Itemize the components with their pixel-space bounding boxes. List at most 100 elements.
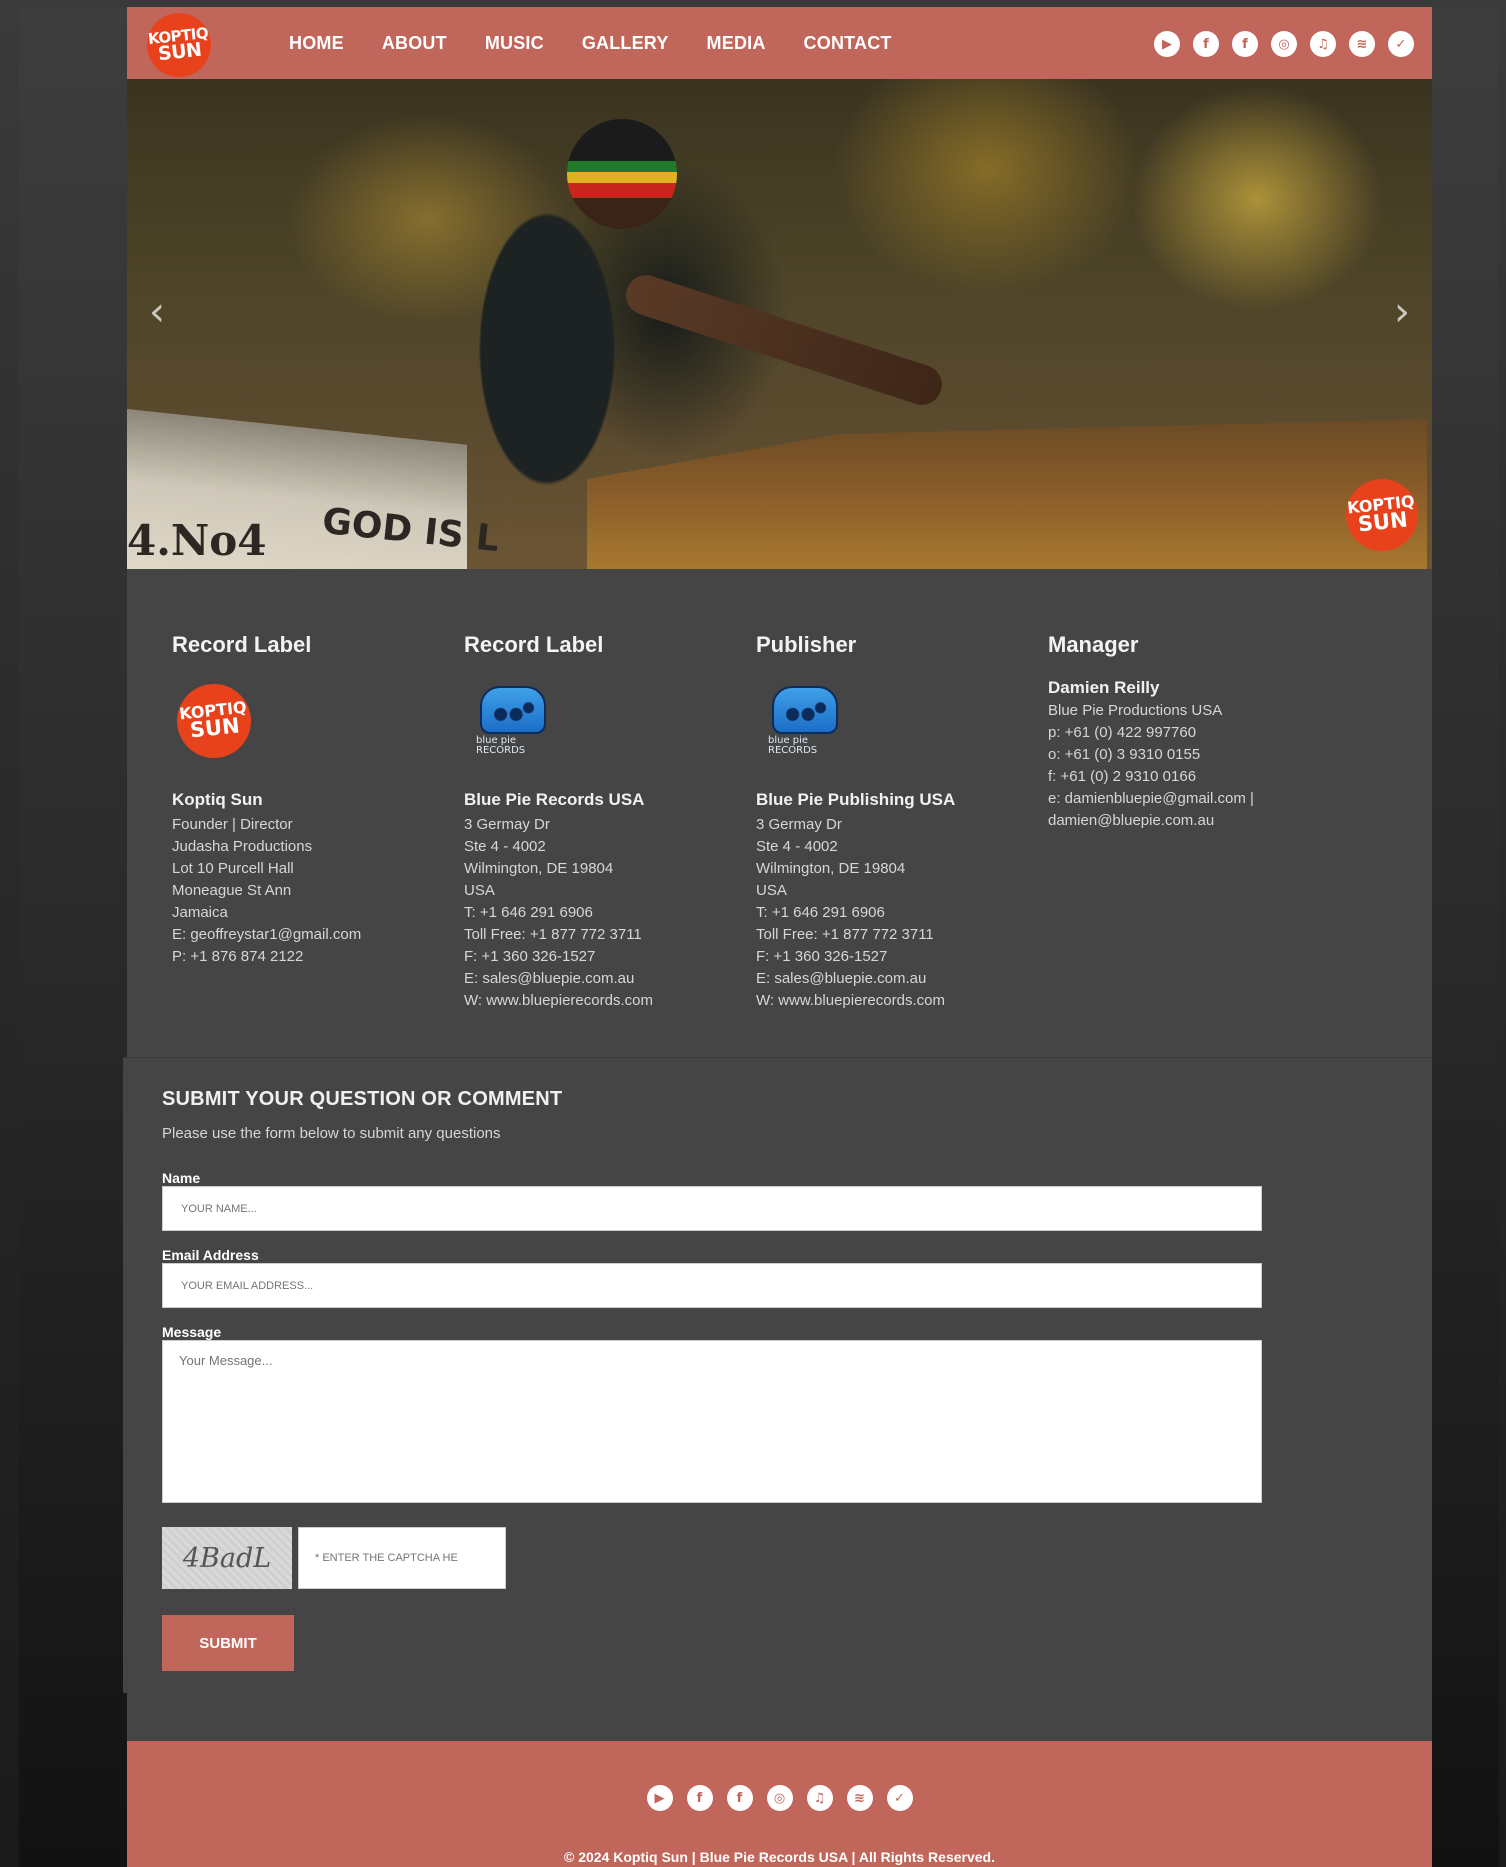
contact-line: F: +1 360 326-1527 [464, 948, 596, 965]
contact-website[interactable]: W: www.bluepierecords.com [464, 990, 756, 1012]
contact-line: Founder | Director [172, 816, 293, 833]
contact-name: Blue Pie Publishing USA [756, 790, 956, 809]
contact-email[interactable]: E: geoffreystar1@gmail.com [172, 924, 464, 946]
hero-wooden-boat [587, 419, 1427, 569]
blue-pie-logo-text: blue pie RECORDS [768, 735, 818, 756]
captcha-image: 4BadL [162, 1527, 292, 1589]
name-input[interactable] [162, 1186, 1262, 1231]
contact-line: Toll Free: +1 877 772 3711 [756, 926, 934, 943]
column-heading: Publisher [756, 632, 857, 657]
twitter-icon[interactable]: ✓ [886, 1785, 913, 1811]
koptiq-sun-logo: KOPTIQ SUN [173, 680, 255, 762]
logo-text-bottom: SUN [188, 713, 241, 743]
youtube-icon[interactable]: ▶ [1154, 31, 1180, 57]
submit-button[interactable]: SUBMIT [162, 1615, 294, 1671]
blue-pie-icon [480, 686, 546, 734]
music-icon[interactable]: ♫ [1310, 31, 1336, 57]
nav-home[interactable]: HOME [289, 33, 344, 54]
footer: ▶ f f ◎ ♫ ≋ ✓ © 2024 Koptiq Sun | Blue P… [127, 1741, 1432, 1867]
contact-name: Koptiq Sun [172, 790, 263, 809]
music-icon[interactable]: ♫ [806, 1785, 833, 1811]
contact-line: Judasha Productions [172, 838, 313, 855]
message-label: Message [162, 1324, 222, 1340]
slider-next-icon[interactable]: › [1394, 289, 1410, 335]
contact-column-manager: Manager Damien Reilly Blue Pie Productio… [1048, 632, 1340, 1057]
hero-artist-headwrap [567, 119, 677, 229]
contact-phone: P: +1 876 874 2122 [172, 948, 304, 965]
contact-line: USA [756, 882, 787, 899]
badge-text-bottom: SUN [1356, 507, 1409, 537]
email-label: Email Address [162, 1247, 259, 1263]
header-social-links: ▶ f f ◎ ♫ ≋ ✓ [1154, 31, 1414, 57]
top-navigation: KOPTIQ SUN HOME ABOUT MUSIC GALLERY MEDI… [127, 7, 1432, 81]
contact-line: T: +1 646 291 6906 [756, 904, 885, 921]
contact-line: Wilmington, DE 19804 [464, 860, 614, 877]
message-textarea[interactable] [162, 1340, 1262, 1503]
email-input[interactable] [162, 1263, 1262, 1308]
contact-name: Blue Pie Records USA [464, 790, 645, 809]
contact-email[interactable]: E: sales@bluepie.com.au [464, 968, 756, 990]
nav-contact[interactable]: CONTACT [804, 33, 892, 54]
blue-pie-logo-text: blue pie RECORDS [476, 735, 526, 756]
contact-line: Blue Pie Productions USA [1048, 702, 1223, 719]
nav-gallery[interactable]: GALLERY [582, 33, 669, 54]
captcha-row: 4BadL [162, 1527, 1432, 1589]
contact-line: p: +61 (0) 422 997760 [1048, 724, 1197, 741]
contact-column-record-label-bluepie: Record Label blue pie RECORDS Blue Pie R… [464, 632, 756, 1057]
facebook-icon[interactable]: f [1232, 31, 1258, 57]
instagram-icon[interactable]: ◎ [766, 1785, 793, 1811]
hero-slider: 4.No4 GOD IS L ‹ › KOPTIQ SUN [127, 79, 1432, 569]
contact-line: Jamaica [172, 904, 228, 921]
hero-artist-arm [620, 269, 948, 410]
contact-line: f: +61 (0) 2 9310 0166 [1048, 768, 1197, 785]
contact-email[interactable]: damien@bluepie.com.au [1048, 810, 1340, 832]
contact-email[interactable]: E: sales@bluepie.com.au [756, 968, 1048, 990]
nav-about[interactable]: ABOUT [382, 33, 447, 54]
captcha-input[interactable] [298, 1527, 506, 1589]
column-heading: Record Label [172, 632, 312, 657]
slider-prev-icon[interactable]: ‹ [149, 289, 165, 335]
contact-name: Damien Reilly [1048, 678, 1160, 697]
facebook-icon[interactable]: f [1193, 31, 1219, 57]
nav-media[interactable]: MEDIA [707, 33, 766, 54]
contact-line: Ste 4 - 4002 [464, 838, 546, 855]
youtube-icon[interactable]: ▶ [646, 1785, 673, 1811]
facebook-icon[interactable]: f [686, 1785, 713, 1811]
hero-boat-text-left: 4.No4 [127, 516, 267, 565]
nav-music[interactable]: MUSIC [485, 33, 544, 54]
instagram-icon[interactable]: ◎ [1271, 31, 1297, 57]
blue-pie-logo: blue pie RECORDS [768, 684, 842, 758]
form-subtitle: Please use the form below to submit any … [162, 1125, 501, 1142]
form-title: SUBMIT YOUR QUESTION OR COMMENT [162, 1088, 563, 1110]
contact-form: SUBMIT YOUR QUESTION OR COMMENT Please u… [123, 1057, 1432, 1693]
contact-line: 3 Germay Dr [756, 816, 842, 833]
logo-text-bottom: SUN [156, 38, 203, 66]
spotify-icon[interactable]: ≋ [846, 1785, 873, 1811]
contact-line: Moneague St Ann [172, 882, 292, 899]
contact-line: USA [464, 882, 495, 899]
site: KOPTIQ SUN HOME ABOUT MUSIC GALLERY MEDI… [123, 7, 1432, 1867]
contact-column-publisher: Publisher blue pie RECORDS Blue Pie Publ… [756, 632, 1048, 1057]
contact-line: F: +1 360 326-1527 [756, 948, 888, 965]
spotify-icon[interactable]: ≋ [1349, 31, 1375, 57]
contact-line: Toll Free: +1 877 772 3711 [464, 926, 642, 943]
contact-column-record-label-koptiq: Record Label KOPTIQ SUN Koptiq Sun Found… [172, 632, 464, 1057]
main-menu: HOME ABOUT MUSIC GALLERY MEDIA CONTACT [289, 7, 892, 79]
copyright-text: © 2024 Koptiq Sun | Blue Pie Records USA… [564, 1849, 995, 1865]
contact-details: Record Label KOPTIQ SUN Koptiq Sun Found… [127, 569, 1432, 1057]
column-heading: Manager [1048, 632, 1139, 657]
contact-line: T: +1 646 291 6906 [464, 904, 593, 921]
contact-line: o: +61 (0) 3 9310 0155 [1048, 746, 1201, 763]
site-logo[interactable]: KOPTIQ SUN [143, 9, 215, 81]
contact-line: Lot 10 Purcell Hall [172, 860, 294, 877]
twitter-icon[interactable]: ✓ [1388, 31, 1414, 57]
contact-email[interactable]: e: damienbluepie@gmail.com | [1048, 788, 1340, 810]
contact-line: 3 Germay Dr [464, 816, 550, 833]
contact-line: Ste 4 - 4002 [756, 838, 838, 855]
column-heading: Record Label [464, 632, 604, 657]
contact-website[interactable]: W: www.bluepierecords.com [756, 990, 1048, 1012]
form-bottom-band [127, 1693, 1432, 1741]
contact-line: Wilmington, DE 19804 [756, 860, 906, 877]
facebook-icon[interactable]: f [726, 1785, 753, 1811]
name-label: Name [162, 1170, 201, 1186]
